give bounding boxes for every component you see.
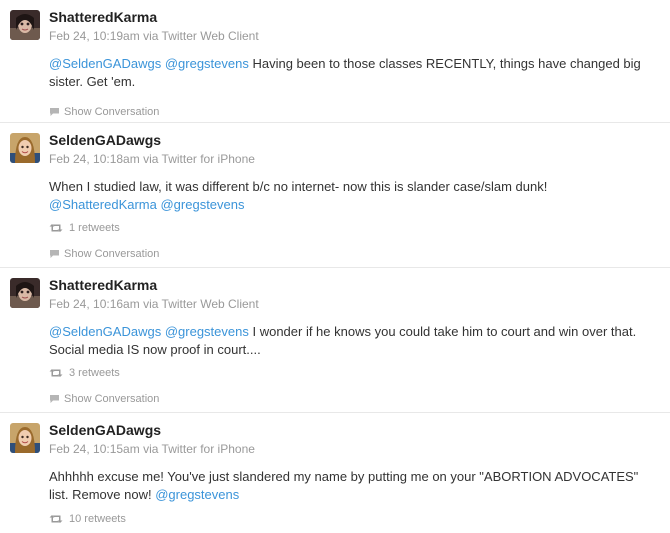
retweet-count[interactable]: 10 retweets <box>49 512 658 526</box>
speech-bubble-icon <box>50 395 59 403</box>
tweet-username[interactable]: ShatteredKarma <box>49 276 658 294</box>
show-conversation-link[interactable]: Show Conversation <box>49 392 658 406</box>
tweet-meta: Feb 24, 10:16am via Twitter Web Client <box>49 297 658 312</box>
tweet-text: @SeldenGADawgs @gregstevens I wonder if … <box>49 323 659 359</box>
avatar-shatteredkarma[interactable] <box>10 278 40 308</box>
mention-link[interactable]: @gregstevens <box>160 197 244 212</box>
tweet-username[interactable]: SeldenGADawgs <box>49 131 658 149</box>
mention-link[interactable]: @gregstevens <box>165 324 249 339</box>
retweet-icon <box>49 515 63 523</box>
tweet-text: Ahhhhh excuse me! You've just slandered … <box>49 468 659 504</box>
retweet-count[interactable]: 1 retweets <box>49 221 658 235</box>
tweet-source: via Twitter Web Client <box>143 297 259 311</box>
tweet-item: ShatteredKarma Feb 24, 10:19am via Twitt… <box>0 0 670 123</box>
avatar-seldengadawgs[interactable] <box>10 423 40 453</box>
tweet-item: ShatteredKarma Feb 24, 10:16am via Twitt… <box>0 268 670 413</box>
speech-bubble-icon <box>50 250 59 258</box>
show-conversation-link[interactable]: Show Conversation <box>49 105 658 119</box>
retweet-count-label: 1 retweets <box>69 222 120 234</box>
tweet-body: Ahhhhh excuse me! You've just slandered … <box>49 469 639 502</box>
show-conversation-label: Show Conversation <box>64 106 160 118</box>
mention-link[interactable]: @gregstevens <box>165 56 249 71</box>
tweet-text: @SeldenGADawgs @gregstevens Having been … <box>49 55 659 91</box>
tweet-timestamp[interactable]: Feb 24, 10:16am <box>49 297 140 311</box>
mention-link[interactable]: @SeldenGADawgs <box>49 56 161 71</box>
tweet-timestamp[interactable]: Feb 24, 10:19am <box>49 29 140 43</box>
mention-link[interactable]: @SeldenGADawgs <box>49 324 161 339</box>
retweet-count-label: 10 retweets <box>69 513 126 525</box>
retweet-count-label: 3 retweets <box>69 367 120 379</box>
speech-bubble-icon <box>50 108 59 116</box>
mention-link[interactable]: @ShatteredKarma <box>49 197 157 212</box>
tweet-item: SeldenGADawgs Feb 24, 10:15am via Twitte… <box>0 413 670 533</box>
tweet-text: When I studied law, it was different b/c… <box>49 178 659 214</box>
tweet-meta: Feb 24, 10:19am via Twitter Web Client <box>49 29 658 44</box>
retweet-count[interactable]: 3 retweets <box>49 366 658 380</box>
tweet-source: via Twitter for iPhone <box>143 152 255 166</box>
tweet-timestamp[interactable]: Feb 24, 10:15am <box>49 442 140 456</box>
show-conversation-label: Show Conversation <box>64 393 160 405</box>
tweet-timestamp[interactable]: Feb 24, 10:18am <box>49 152 140 166</box>
retweet-icon <box>49 224 63 232</box>
tweet-source: via Twitter Web Client <box>143 29 259 43</box>
tweet-item: SeldenGADawgs Feb 24, 10:18am via Twitte… <box>0 123 670 268</box>
tweet-meta: Feb 24, 10:15am via Twitter for iPhone <box>49 442 658 457</box>
tweet-username[interactable]: ShatteredKarma <box>49 8 658 26</box>
show-conversation-link[interactable]: Show Conversation <box>49 247 658 261</box>
avatar-seldengadawgs[interactable] <box>10 133 40 163</box>
retweet-icon <box>49 369 63 377</box>
tweet-username[interactable]: SeldenGADawgs <box>49 421 658 439</box>
tweet-body: When I studied law, it was different b/c… <box>49 179 548 194</box>
tweet-meta: Feb 24, 10:18am via Twitter for iPhone <box>49 152 658 167</box>
avatar-shatteredkarma[interactable] <box>10 10 40 40</box>
tweet-source: via Twitter for iPhone <box>143 442 255 456</box>
mention-link[interactable]: @gregstevens <box>155 487 239 502</box>
show-conversation-label: Show Conversation <box>64 248 160 260</box>
tweet-timeline: ShatteredKarma Feb 24, 10:19am via Twitt… <box>0 0 670 533</box>
